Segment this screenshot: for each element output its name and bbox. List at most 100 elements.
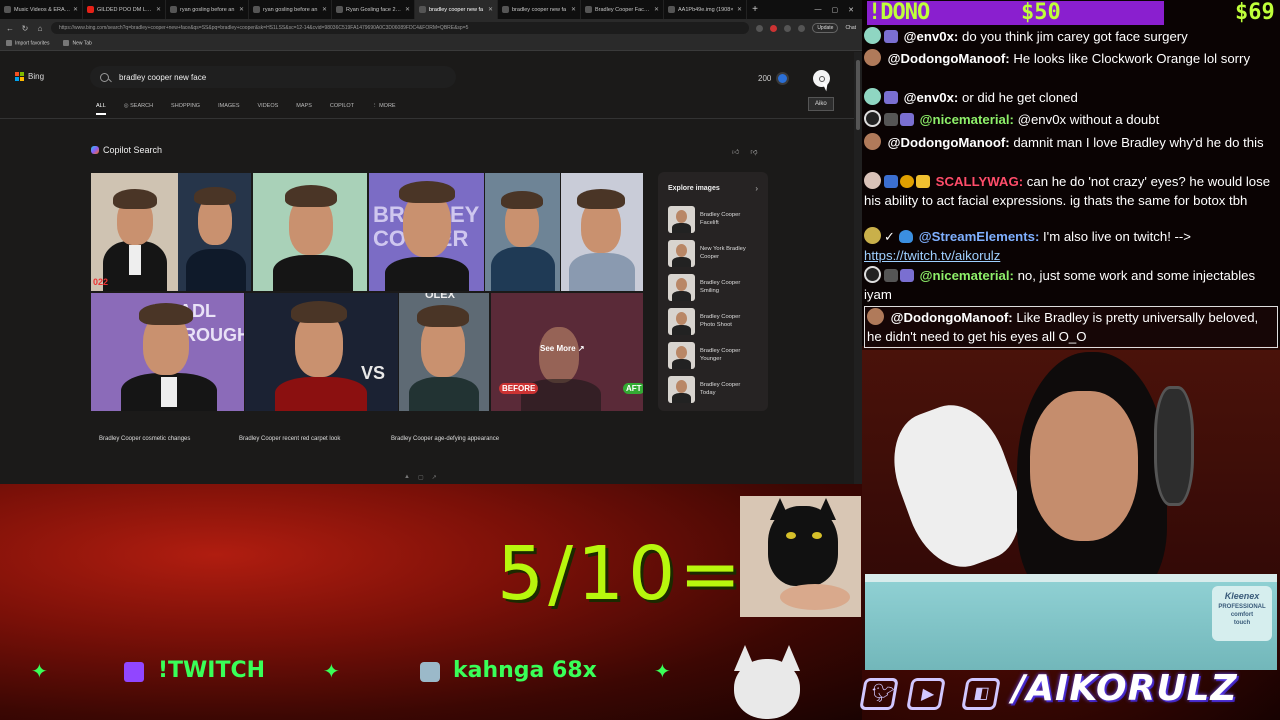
result-image[interactable]: 022 [91, 173, 178, 291]
thumbs-up-icon[interactable]: ▲ [404, 474, 410, 481]
result-image[interactable] [485, 173, 560, 291]
image-overlay-text: ROUGH [183, 325, 244, 345]
home-icon[interactable]: ⌂ [36, 24, 44, 33]
explore-item[interactable]: Bradley Cooper Photo Shoot [668, 306, 764, 336]
tab-copilot[interactable]: COPILOT [330, 103, 354, 115]
rewards-count: 200 [758, 74, 772, 83]
kleenex-line: PROFESSIONAL [1218, 604, 1266, 610]
thumbs-down-icon[interactable]: 👎︎ [750, 147, 757, 156]
close-tab-icon[interactable]: ✕ [737, 6, 742, 13]
tab-search[interactable]: ◎ SEARCH [124, 103, 153, 115]
explore-item[interactable]: New York Bradley Cooper [668, 238, 764, 268]
new-tab-button[interactable]: + [747, 4, 763, 15]
browser-tab[interactable]: bradley cooper new fa ✕ [498, 0, 581, 19]
close-tab-icon[interactable]: ✕ [654, 6, 659, 13]
copilot-chat-button[interactable]: Chat [845, 25, 856, 31]
minimize-icon[interactable]: — [815, 6, 822, 14]
close-tab-icon[interactable]: ✕ [73, 6, 78, 13]
tab-images[interactable]: IMAGES [218, 103, 239, 115]
sparkle-icon: ✦ [654, 661, 671, 683]
shirt-shape [569, 253, 635, 291]
bing-page: Bing bradley cooper new face 200 Aiko AL… [0, 52, 854, 484]
explore-item[interactable]: Bradley Cooper Today [668, 374, 764, 404]
close-tab-icon[interactable]: ✕ [405, 6, 410, 13]
profile-icon[interactable] [798, 24, 806, 32]
tab-all[interactable]: ALL [96, 103, 106, 115]
url-field[interactable]: https://www.bing.com/search?q=bradley+co… [51, 22, 750, 34]
close-tab-icon[interactable]: ✕ [322, 6, 327, 13]
tab-more[interactable]: ⋮ MORE [372, 103, 396, 115]
search-query[interactable]: bradley cooper new face [119, 73, 206, 82]
hair-shape [291, 301, 347, 323]
result-image[interactable]: BRADL ROUGH [91, 293, 244, 411]
browser-tab[interactable]: ryan gosling before an ✕ [249, 0, 332, 19]
explore-item-label: Bradley Cooper Today [700, 382, 741, 396]
result-image[interactable]: VS [245, 293, 398, 411]
cat-eye-shape [812, 532, 822, 539]
related-search-link[interactable]: Bradley Cooper cosmetic changes [99, 436, 190, 442]
tab-videos[interactable]: VIDEOS [258, 103, 279, 115]
explore-item[interactable]: Bradley Cooper Facelift [668, 204, 764, 234]
chat-message: @nicematerial: no, just some work and so… [864, 266, 1278, 304]
thumbs-up-icon[interactable]: 👍︎ [732, 147, 739, 156]
see-more-link[interactable]: See More ↗ [540, 344, 585, 353]
result-image[interactable] [561, 173, 643, 291]
scrollbar-thumb[interactable] [856, 60, 860, 130]
close-window-icon[interactable]: ✕ [848, 6, 854, 14]
favorites-icon[interactable] [784, 24, 792, 32]
back-icon[interactable]: ← [6, 24, 14, 33]
avatar-tooltip: Aiko [808, 97, 834, 111]
result-image[interactable] [253, 173, 367, 291]
refresh-icon[interactable]: ↻ [21, 24, 29, 33]
browser-tab[interactable]: AA1Pb49e.img (1908× ✕ [664, 0, 747, 19]
import-favorites-link[interactable]: Import favorites [6, 40, 49, 47]
bottom-actions: ▲ ▢ ↗ [404, 474, 437, 481]
share-icon[interactable]: ↗ [432, 474, 437, 481]
chevron-right-icon[interactable]: › [755, 184, 758, 193]
webcam-feed: Kleenex PROFESSIONAL comfort touch [862, 346, 1280, 670]
explore-item-label: Bradley Cooper Smiling [700, 280, 741, 294]
close-tab-icon[interactable]: ✕ [156, 6, 161, 13]
rewards-indicator[interactable]: 200 [758, 72, 790, 85]
chat-username: @StreamElements: [918, 229, 1040, 244]
search-box[interactable]: bradley cooper new face [90, 66, 456, 88]
result-image[interactable]: OLEX [399, 293, 489, 411]
close-tab-icon[interactable]: ✕ [488, 6, 493, 13]
related-search-link[interactable]: Bradley Cooper recent red carpet look [239, 436, 340, 442]
browser-tab[interactable]: Bradley Cooper Facelift ✕ [581, 0, 664, 19]
related-search-link[interactable]: Bradley Cooper age-defying appearance [391, 436, 499, 442]
copy-icon[interactable]: ▢ [418, 474, 424, 481]
browser-tab[interactable]: Music Videos & ERASER ✕ [0, 0, 83, 19]
close-tab-icon[interactable]: ✕ [239, 6, 244, 13]
update-button[interactable]: Update [812, 23, 839, 33]
result-image[interactable] [178, 173, 251, 291]
tab-label: GILDED POO DM LEAKE [97, 6, 154, 13]
white-cat-icon [722, 645, 812, 720]
bing-logo[interactable]: Bing [15, 72, 44, 81]
extension-icon[interactable] [770, 24, 778, 32]
explore-item[interactable]: Bradley Cooper Smiling [668, 272, 764, 302]
kleenex-line: touch [1233, 620, 1251, 626]
tab-favicon-icon [419, 6, 426, 13]
browser-tab[interactable]: Ryan Gosling face 2023 ✕ [332, 0, 415, 19]
tab-favicon-icon [253, 6, 260, 13]
chat-username: @nicematerial: [919, 112, 1014, 127]
chat-link[interactable]: https://twitch.tv/aikorulz [864, 248, 1000, 263]
browser-tab[interactable]: ryan gosling before an ✕ [166, 0, 249, 19]
image-overlay-text: 022 [93, 277, 109, 287]
explore-item[interactable]: Bradley Cooper Younger [668, 340, 764, 370]
copilot-icon [91, 146, 99, 154]
browser-tab[interactable]: GILDED POO DM LEAKE✕ [83, 0, 166, 19]
extension-icon[interactable] [756, 24, 764, 32]
result-image[interactable]: BRADLEY COOPER [369, 173, 484, 291]
new-tab-link[interactable]: New Tab [63, 40, 92, 47]
close-tab-icon[interactable]: ✕ [571, 6, 576, 13]
tab-favicon-icon [502, 6, 509, 13]
tab-shopping[interactable]: SHOPPING [171, 103, 200, 115]
explore-images-title[interactable]: Explore images [668, 185, 720, 192]
browser-tab-active[interactable]: bradley cooper new fa ✕ [415, 0, 498, 19]
tab-maps[interactable]: MAPS [296, 103, 312, 115]
page-scrollbar[interactable] [854, 52, 862, 484]
chat-username: SCALLYWAG: [935, 174, 1024, 189]
maximize-icon[interactable]: ▢ [832, 6, 839, 14]
